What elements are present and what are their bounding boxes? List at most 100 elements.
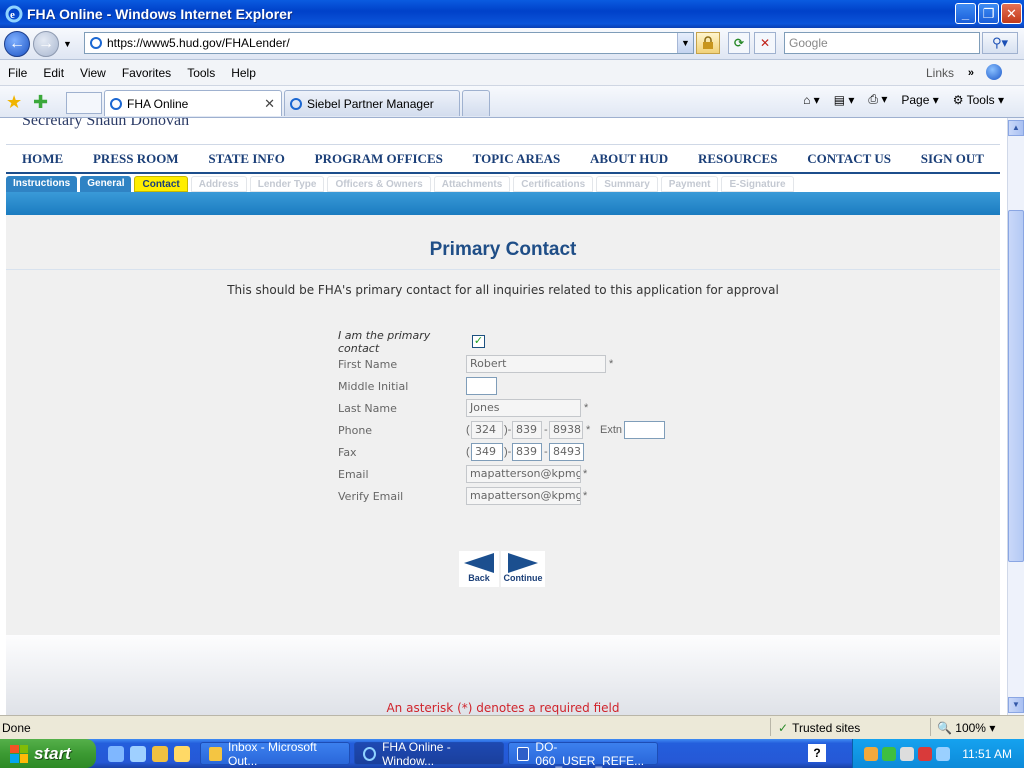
page-title: Primary Contact (429, 239, 577, 260)
desktop-quicklaunch-icon[interactable] (130, 745, 146, 762)
menu-help[interactable]: Help (223, 66, 264, 80)
menu-edit[interactable]: Edit (35, 66, 72, 80)
help-icon[interactable]: ? (808, 744, 826, 762)
address-toolbar: ← → ▼ https://www5.hud.gov/FHALender/ ▼ … (0, 28, 1024, 60)
extension-field[interactable] (624, 421, 665, 439)
nav-sign-out[interactable]: SIGN OUT (921, 151, 984, 167)
address-dropdown-icon[interactable]: ▼ (677, 33, 693, 53)
menu-tools[interactable]: Tools (179, 66, 223, 80)
tray-icon[interactable] (882, 746, 897, 761)
windows-live-icon[interactable] (986, 64, 1002, 80)
links-toolbar[interactable]: Links (926, 66, 954, 80)
required-mark: * (583, 468, 588, 480)
zoom-level[interactable]: 🔍 100% ▾ (937, 721, 995, 735)
menu-file[interactable]: File (0, 66, 35, 80)
nav-state-info[interactable]: STATE INFO (208, 151, 284, 167)
nav-topic-areas[interactable]: TOPIC AREAS (473, 151, 561, 167)
search-icon[interactable]: ⚲▾ (982, 32, 1018, 54)
phone-line-field[interactable]: 8938 (549, 421, 583, 439)
zoom-value: 100% (955, 721, 986, 735)
fax-line-field[interactable]: 8493 (549, 443, 584, 461)
system-tray: 11:51 AM (852, 739, 1024, 768)
close-tab-icon[interactable]: ✕ (264, 96, 275, 112)
search-input[interactable]: Google (784, 32, 980, 54)
page-menu[interactable]: Page ▾ (901, 93, 938, 107)
clock[interactable]: 11:51 AM (962, 747, 1012, 761)
ie-quicklaunch-icon[interactable] (108, 745, 124, 762)
vertical-scrollbar[interactable]: ▲ ▼ (1007, 118, 1024, 715)
step-officers-owners: Officers & Owners (327, 176, 431, 192)
lock-icon[interactable] (696, 32, 720, 54)
middle-initial-field[interactable] (466, 377, 497, 395)
tray-icon[interactable] (864, 746, 879, 761)
feeds-icon[interactable]: ▤ ▾ (834, 93, 855, 107)
primary-contact-checkbox[interactable]: ✓ (472, 335, 485, 348)
minimize-button[interactable]: _ (955, 3, 976, 24)
nav-resources[interactable]: RESOURCES (698, 151, 777, 167)
paren-close-dash: )- (504, 424, 511, 436)
email-field[interactable]: mapatterson@kpmg (466, 465, 581, 483)
back-nav-button[interactable]: ← (4, 30, 30, 57)
tray-icon[interactable] (918, 746, 933, 761)
tools-menu[interactable]: ⚙ Tools ▾ (953, 93, 1004, 107)
nav-home[interactable]: HOME (22, 151, 63, 167)
forward-nav-button[interactable]: → (33, 30, 59, 57)
recent-pages-dropdown[interactable]: ▼ (63, 39, 72, 49)
ie-icon (363, 746, 377, 761)
first-name-field[interactable]: Robert (466, 355, 606, 373)
step-instructions[interactable]: Instructions (6, 176, 78, 192)
tray-icon[interactable] (900, 746, 915, 761)
tab-siebel-partner-manager[interactable]: Siebel Partner Manager (284, 90, 460, 116)
favorites-star-icon[interactable]: ★ (6, 92, 22, 113)
extension-label: Extn (600, 424, 623, 436)
home-icon[interactable]: ⌂ ▾ (803, 93, 820, 107)
scroll-thumb[interactable] (1008, 210, 1024, 562)
phone-label: Phone (338, 423, 373, 437)
menu-view[interactable]: View (72, 66, 114, 80)
menu-favorites[interactable]: Favorites (114, 66, 179, 80)
nav-about-hud[interactable]: ABOUT HUD (590, 151, 668, 167)
status-bar: Done ✓ Trusted sites 🔍 100% ▾ (0, 715, 1024, 739)
scroll-up-icon[interactable]: ▲ (1008, 120, 1024, 136)
security-zone[interactable]: ✓ Trusted sites (778, 721, 860, 735)
last-name-field[interactable]: Jones (466, 399, 581, 417)
phone-prefix-field[interactable]: 839 (512, 421, 542, 439)
step-general[interactable]: General (80, 176, 132, 192)
print-icon[interactable]: ⎙ ▾ (868, 92, 887, 107)
phone-area-field[interactable]: 324 (471, 421, 503, 439)
taskbar-item-label: DO-060_USER_REFE... (535, 739, 645, 768)
add-favorites-icon[interactable]: ✚ (33, 92, 48, 113)
start-button[interactable]: start (0, 739, 96, 768)
nav-press-room[interactable]: PRESS ROOM (93, 151, 179, 167)
close-window-button[interactable]: ✕ (1001, 3, 1022, 24)
step-address: Address (190, 176, 247, 192)
taskbar-item-word-document[interactable]: DO-060_USER_REFE... (508, 739, 658, 768)
ie-page-icon (110, 97, 122, 110)
stop-icon[interactable]: ✕ (754, 32, 776, 54)
new-tab-button[interactable] (462, 90, 490, 116)
nav-program-offices[interactable]: PROGRAM OFFICES (315, 151, 443, 167)
continue-button[interactable]: Continue (501, 551, 545, 587)
back-button[interactable]: Back (459, 551, 499, 587)
step-contact[interactable]: Contact (134, 176, 188, 192)
taskbar-item-fha-online[interactable]: FHA Online - Window... (354, 740, 504, 768)
tab-fha-online[interactable]: FHA Online ✕ (104, 90, 282, 116)
address-bar[interactable]: https://www5.hud.gov/FHALender/ ▼ (84, 32, 694, 54)
taskbar-item-outlook[interactable]: Inbox - Microsoft Out... (200, 740, 350, 768)
links-chevron-icon[interactable]: » (968, 67, 974, 79)
tray-icon[interactable] (936, 746, 951, 761)
refresh-icon[interactable]: ⟳ (728, 32, 750, 54)
restore-button[interactable]: ❐ (978, 3, 999, 24)
required-mark: * (586, 424, 591, 436)
media-quicklaunch-icon[interactable] (152, 745, 168, 762)
quick-tabs-button[interactable] (66, 92, 102, 114)
divider (6, 269, 1000, 270)
outlook-quicklaunch-icon[interactable] (174, 745, 190, 762)
fax-area-field[interactable]: 349 (471, 443, 503, 461)
page-icon (90, 37, 102, 49)
nav-contact-us[interactable]: CONTACT US (807, 151, 891, 167)
scroll-down-icon[interactable]: ▼ (1008, 697, 1024, 713)
fax-prefix-field[interactable]: 839 (512, 443, 542, 461)
tab-label: Siebel Partner Manager (307, 96, 434, 111)
verify-email-field[interactable]: mapatterson@kpmg (466, 487, 581, 505)
